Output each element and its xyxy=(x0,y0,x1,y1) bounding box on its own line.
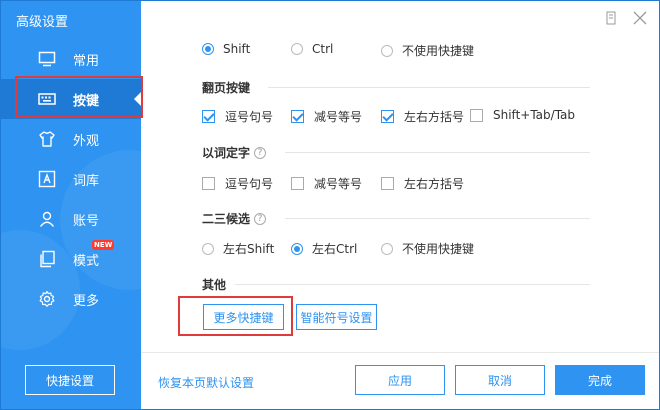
checkbox-label: 左右方括号 xyxy=(404,177,465,191)
checkbox-indicator xyxy=(202,177,215,190)
radio-label: Ctrl xyxy=(312,42,334,56)
done-button[interactable]: 完成 xyxy=(555,365,645,395)
sidebar-item-label: 常用 xyxy=(73,53,100,69)
cancel-button[interactable]: 取消 xyxy=(455,365,545,395)
sidebar-item-label: 模式 xyxy=(73,253,100,269)
checkbox-indicator xyxy=(381,177,394,190)
section-divider xyxy=(285,218,590,219)
section-title-candidate: 二三候选 ? xyxy=(202,210,267,227)
new-badge: NEW xyxy=(92,240,115,250)
checkbox-paging-brackets[interactable]: 左右方括号 xyxy=(381,108,464,125)
section-title-other: 其他 xyxy=(202,276,226,293)
checkbox-label: 逗号句号 xyxy=(225,177,274,191)
settings-icon[interactable] xyxy=(603,10,619,26)
apply-button[interactable]: 应用 xyxy=(355,365,445,395)
sidebar-item-label: 外观 xyxy=(73,133,100,149)
radio-indicator xyxy=(202,43,214,55)
sidebar-item-more[interactable]: 更多 xyxy=(0,279,141,319)
checkbox-label: 左右方括号 xyxy=(404,110,465,124)
letter-a-icon xyxy=(37,169,57,189)
sidebar-item-account[interactable]: 账号 xyxy=(0,199,141,239)
radio-candidate-shift[interactable]: 左右Shift xyxy=(202,240,274,257)
radio-indicator xyxy=(291,43,303,55)
more-shortcuts-button[interactable]: 更多快捷键 xyxy=(203,304,284,330)
help-icon[interactable]: ? xyxy=(254,146,267,159)
reset-defaults-link[interactable]: 恢复本页默认设置 xyxy=(158,374,254,391)
radio-label: 左右Shift xyxy=(223,242,275,256)
radio-switch-none[interactable]: 不使用快捷键 xyxy=(381,42,474,59)
sidebar-item-mode[interactable]: 模式 NEW xyxy=(0,239,141,279)
checkbox-label: 逗号句号 xyxy=(225,110,274,124)
radio-label: 左右Ctrl xyxy=(312,242,358,256)
radio-candidate-ctrl[interactable]: 左右Ctrl xyxy=(291,240,357,257)
radio-indicator xyxy=(202,242,214,255)
sidebar-item-lexicon[interactable]: 词库 xyxy=(0,159,141,199)
sidebar-item-keys[interactable]: 按键 xyxy=(0,79,141,119)
section-divider xyxy=(268,87,590,88)
checkbox-word-minus-equal[interactable]: 减号等号 xyxy=(291,175,362,192)
keyboard-icon xyxy=(37,89,57,109)
close-icon[interactable] xyxy=(632,10,648,26)
checkbox-label: 减号等号 xyxy=(314,177,363,191)
checkbox-word-comma-period[interactable]: 逗号句号 xyxy=(202,175,273,192)
smart-symbol-button[interactable]: 智能符号设置 xyxy=(296,304,377,330)
checkbox-word-brackets[interactable]: 左右方括号 xyxy=(381,175,464,192)
checkbox-paging-minus-equal[interactable]: 减号等号 xyxy=(291,108,362,125)
radio-indicator xyxy=(381,44,393,57)
sidebar-item-label: 账号 xyxy=(73,213,100,229)
section-title-text: 翻页按键 xyxy=(202,81,251,95)
section-title-text: 以词定字 xyxy=(202,146,251,160)
section-divider xyxy=(235,284,590,285)
checkbox-indicator xyxy=(470,108,483,122)
checkbox-indicator xyxy=(381,110,394,123)
section-title-word-select: 以词定字 ? xyxy=(202,144,267,161)
checkbox-indicator xyxy=(291,110,304,123)
radio-label: Shift xyxy=(223,42,251,56)
section-divider xyxy=(285,152,590,153)
user-icon xyxy=(37,209,57,229)
checkbox-indicator xyxy=(202,110,215,123)
sidebar-item-label: 按键 xyxy=(73,93,100,109)
pages-icon xyxy=(37,249,57,269)
sidebar-nav: 常用 按键 外观 词库 账号 模式 NEW 更多 xyxy=(0,39,141,319)
tshirt-icon xyxy=(37,129,57,149)
radio-label: 不使用快捷键 xyxy=(402,44,475,58)
checkbox-label: Shift+Tab/Tab xyxy=(493,108,576,122)
radio-switch-ctrl[interactable]: Ctrl xyxy=(291,42,333,56)
help-icon[interactable]: ? xyxy=(254,212,267,225)
quick-settings-button[interactable]: 快捷设置 xyxy=(25,365,115,395)
radio-indicator xyxy=(291,242,303,255)
monitor-icon xyxy=(37,49,57,69)
radio-indicator xyxy=(381,242,393,255)
radio-label: 不使用快捷键 xyxy=(402,242,475,256)
checkbox-indicator xyxy=(291,177,304,190)
sidebar-item-common[interactable]: 常用 xyxy=(0,39,141,79)
sidebar: 高级设置 常用 按键 外观 词库 账号 模式 NEW 更多 快捷设置 xyxy=(0,0,141,410)
checkbox-paging-comma-period[interactable]: 逗号句号 xyxy=(202,108,273,125)
sidebar-item-label: 词库 xyxy=(73,173,100,189)
footer-divider xyxy=(141,352,660,353)
gear-icon xyxy=(37,289,57,309)
sidebar-item-appearance[interactable]: 外观 xyxy=(0,119,141,159)
radio-switch-shift[interactable]: Shift xyxy=(202,42,250,56)
section-title-paging: 翻页按键 xyxy=(202,79,250,96)
checkbox-label: 减号等号 xyxy=(314,110,363,124)
sidebar-item-label: 更多 xyxy=(73,293,100,309)
section-title-text: 二三候选 xyxy=(202,212,251,226)
checkbox-paging-shift-tab[interactable]: Shift+Tab/Tab xyxy=(470,108,575,122)
app-title: 高级设置 xyxy=(16,15,69,30)
radio-candidate-none[interactable]: 不使用快捷键 xyxy=(381,240,474,257)
section-title-text: 其他 xyxy=(202,278,227,292)
